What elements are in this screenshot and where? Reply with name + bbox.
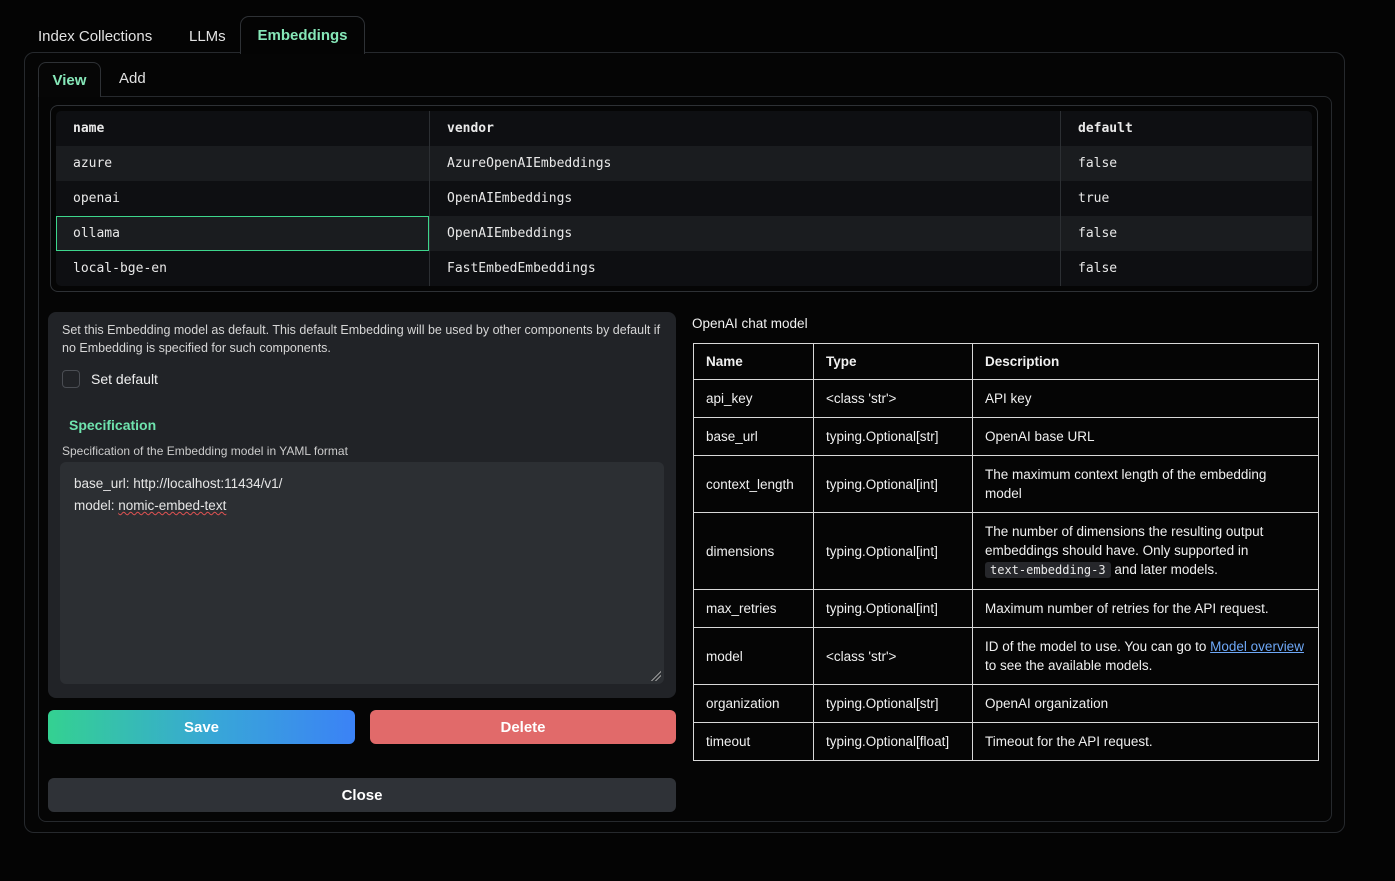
tab-llms[interactable]: LLMs (189, 28, 226, 45)
param-desc: The maximum context length of the embedd… (973, 456, 1319, 513)
param-type: typing.Optional[str] (814, 685, 973, 723)
param-desc: OpenAI base URL (973, 418, 1319, 456)
embedding-settings-card: Set this Embedding model as default. Thi… (48, 312, 676, 698)
param-name: model (694, 628, 814, 685)
param-row-api-key: api_key <class 'str'> API key (694, 380, 1319, 418)
param-name: dimensions (694, 513, 814, 590)
save-button[interactable]: Save (48, 710, 355, 744)
cell-vendor[interactable]: FastEmbedEmbeddings (429, 251, 1060, 286)
cell-name[interactable]: local-bge-en (56, 251, 429, 286)
param-name: organization (694, 685, 814, 723)
params-header-row: Name Type Description (694, 344, 1319, 380)
specification-heading: Specification (69, 417, 662, 433)
set-default-label: Set default (91, 371, 158, 387)
yaml-line-2: model: nomic-embed-text (74, 495, 650, 517)
param-row-model: model <class 'str'> ID of the model to u… (694, 628, 1319, 685)
params-table: Name Type Description api_key <class 'st… (693, 343, 1319, 761)
param-type: <class 'str'> (814, 380, 973, 418)
param-row-max-retries: max_retries typing.Optional[int] Maximum… (694, 590, 1319, 628)
param-row-context-length: context_length typing.Optional[int] The … (694, 456, 1319, 513)
params-header-description: Description (973, 344, 1319, 380)
cell-vendor[interactable]: OpenAIEmbeddings (429, 216, 1060, 251)
subtab-view[interactable]: View (38, 62, 101, 97)
param-row-timeout: timeout typing.Optional[float] Timeout f… (694, 723, 1319, 761)
tab-embeddings[interactable]: Embeddings (240, 16, 365, 54)
param-row-organization: organization typing.Optional[str] OpenAI… (694, 685, 1319, 723)
param-desc: Maximum number of retries for the API re… (973, 590, 1319, 628)
param-desc: OpenAI organization (973, 685, 1319, 723)
resize-handle-icon[interactable] (651, 671, 661, 681)
param-desc: The number of dimensions the resulting o… (973, 513, 1319, 590)
subtab-add[interactable]: Add (119, 62, 146, 95)
specification-caption: Specification of the Embedding model in … (62, 444, 662, 458)
table-row-local-bge-en[interactable]: local-bge-en FastEmbedEmbeddings false (56, 251, 1312, 286)
set-default-description: Set this Embedding model as default. Thi… (62, 321, 662, 357)
param-type: <class 'str'> (814, 628, 973, 685)
code-chip: text-embedding-3 (985, 562, 1111, 578)
cell-default[interactable]: false (1060, 146, 1312, 181)
param-desc: API key (973, 380, 1319, 418)
model-overview-link[interactable]: Model overview (1210, 639, 1304, 654)
param-desc: Timeout for the API request. (973, 723, 1319, 761)
cell-vendor[interactable]: OpenAIEmbeddings (429, 181, 1060, 216)
param-type: typing.Optional[int] (814, 513, 973, 590)
tab-index-collections[interactable]: Index Collections (38, 28, 152, 45)
yaml-line-1: base_url: http://localhost:11434/v1/ (74, 473, 650, 495)
param-type: typing.Optional[float] (814, 723, 973, 761)
yaml-spec-editor[interactable]: base_url: http://localhost:11434/v1/ mod… (60, 462, 664, 684)
param-type: typing.Optional[int] (814, 590, 973, 628)
column-header-name: name (56, 111, 429, 146)
param-name: api_key (694, 380, 814, 418)
table-row-azure[interactable]: azure AzureOpenAIEmbeddings false (56, 146, 1312, 181)
set-default-row: Set default (62, 370, 662, 388)
param-name: timeout (694, 723, 814, 761)
param-name: max_retries (694, 590, 814, 628)
cell-default[interactable]: false (1060, 216, 1312, 251)
param-type: typing.Optional[int] (814, 456, 973, 513)
params-header-name: Name (694, 344, 814, 380)
embeddings-table-header: name vendor default (56, 111, 1312, 146)
table-row-ollama-selected[interactable]: ollama OpenAIEmbeddings false (56, 216, 1312, 251)
delete-button[interactable]: Delete (370, 710, 676, 744)
param-desc: ID of the model to use. You can go to Mo… (973, 628, 1319, 685)
param-row-dimensions: dimensions typing.Optional[int] The numb… (694, 513, 1319, 590)
set-default-checkbox[interactable] (62, 370, 80, 388)
cell-vendor[interactable]: AzureOpenAIEmbeddings (429, 146, 1060, 181)
column-header-vendor: vendor (429, 111, 1060, 146)
cell-default[interactable]: true (1060, 181, 1312, 216)
params-header-type: Type (814, 344, 973, 380)
param-name: base_url (694, 418, 814, 456)
param-name: context_length (694, 456, 814, 513)
misspelled-word: nomic-embed-text (118, 498, 226, 513)
column-header-default: default (1060, 111, 1312, 146)
cell-default[interactable]: false (1060, 251, 1312, 286)
embeddings-table: name vendor default azure AzureOpenAIEmb… (50, 105, 1318, 292)
cell-name[interactable]: openai (56, 181, 429, 216)
close-button[interactable]: Close (48, 778, 676, 812)
param-type: typing.Optional[str] (814, 418, 973, 456)
param-row-base-url: base_url typing.Optional[str] OpenAI bas… (694, 418, 1319, 456)
table-row-openai[interactable]: openai OpenAIEmbeddings true (56, 181, 1312, 216)
params-panel-title: OpenAI chat model (692, 316, 808, 331)
cell-name-selected[interactable]: ollama (56, 216, 429, 251)
cell-name[interactable]: azure (56, 146, 429, 181)
